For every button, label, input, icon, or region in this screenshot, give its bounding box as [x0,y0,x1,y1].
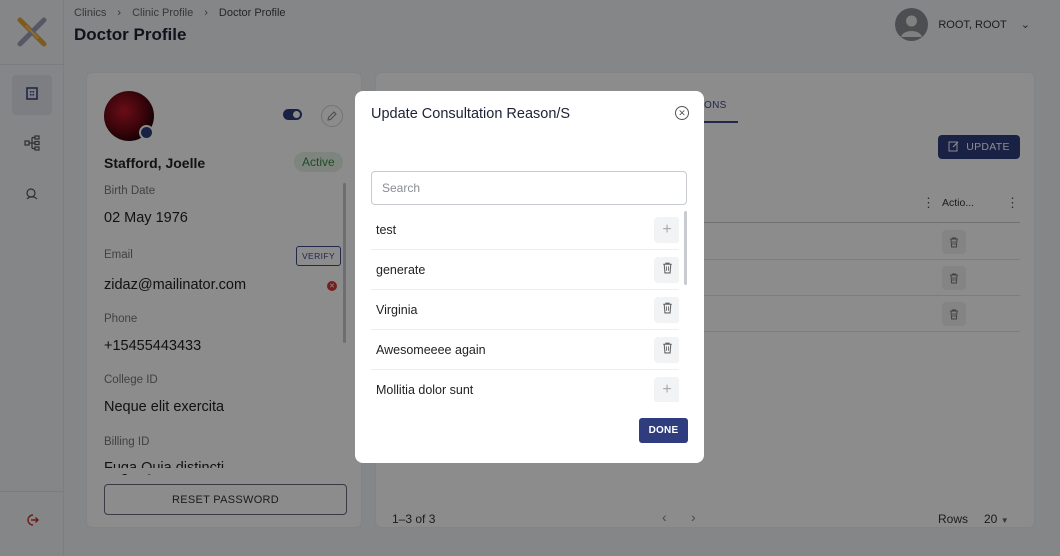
delete-button[interactable] [654,336,679,363]
reason-list: test + generate Virginia Awesomeeee agai… [371,210,679,402]
reason-label: Mollitia dolor sunt [376,382,474,397]
close-icon[interactable]: ✕ [675,106,689,120]
done-button[interactable]: DONE [639,418,688,443]
list-item: Mollitia dolor sunt + [371,370,679,402]
add-button[interactable]: + [654,216,679,243]
add-button[interactable]: + [654,376,679,402]
list-item: generate [371,250,679,290]
list-item: Virginia [371,290,679,330]
list-item: Awesomeeee again [371,330,679,370]
modal-title: Update Consultation Reason/S [371,106,571,122]
reason-label: Virginia [376,302,418,317]
delete-button[interactable] [654,296,679,323]
search-input[interactable] [371,171,687,205]
trash-icon [661,261,674,279]
plus-icon: + [662,380,672,398]
trash-icon [661,341,674,359]
delete-button[interactable] [654,256,679,283]
reason-label: generate [376,262,426,277]
reason-label: test [376,222,397,237]
list-scrollbar[interactable] [684,211,687,285]
update-consultation-reasons-dialog: Update Consultation Reason/S ✕ test + ge… [355,91,704,463]
list-item: test + [371,210,679,250]
reason-label: Awesomeeee again [376,342,486,357]
plus-icon: + [662,220,672,238]
trash-icon [661,301,674,319]
